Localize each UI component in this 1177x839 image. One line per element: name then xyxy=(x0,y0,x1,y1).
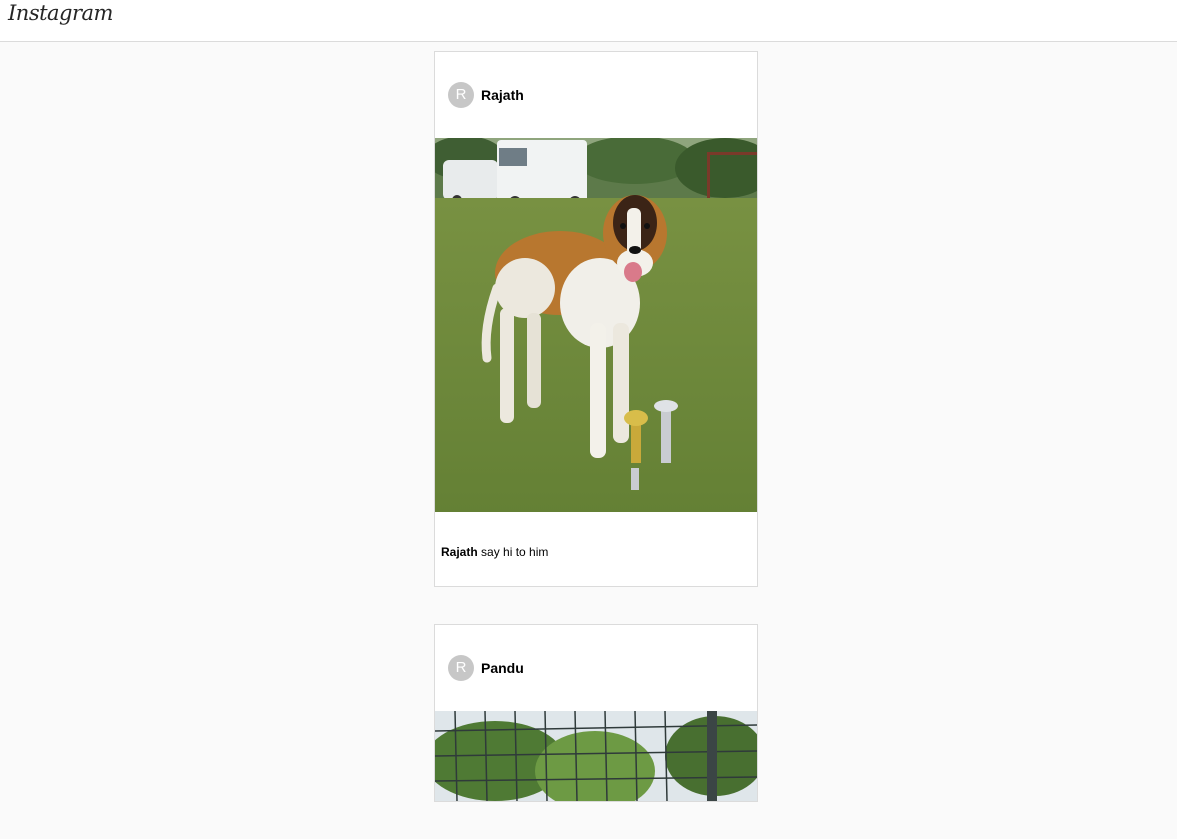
instagram-logo[interactable]: Instagram xyxy=(8,1,113,25)
feed: R Rajath Rajath say hi to him R Pandu xyxy=(434,51,758,839)
post-card: R Rajath Rajath say hi to him xyxy=(434,51,758,587)
post-caption: Rajath say hi to him xyxy=(435,512,757,586)
avatar[interactable]: R xyxy=(448,82,474,108)
post-username[interactable]: Pandu xyxy=(481,660,524,676)
post-card: R Pandu xyxy=(434,624,758,802)
post-header: R Pandu xyxy=(435,625,757,711)
caption-text: say hi to him xyxy=(481,545,549,559)
caption-username[interactable]: Rajath xyxy=(441,545,478,559)
top-navbar: Instagram xyxy=(0,0,1177,42)
post-username[interactable]: Rajath xyxy=(481,87,524,103)
dog-photo-image xyxy=(435,138,757,512)
post-image[interactable] xyxy=(435,711,757,801)
garden-photo-image xyxy=(435,711,757,801)
post-image[interactable] xyxy=(435,138,757,512)
post-header: R Rajath xyxy=(435,52,757,138)
avatar[interactable]: R xyxy=(448,655,474,681)
